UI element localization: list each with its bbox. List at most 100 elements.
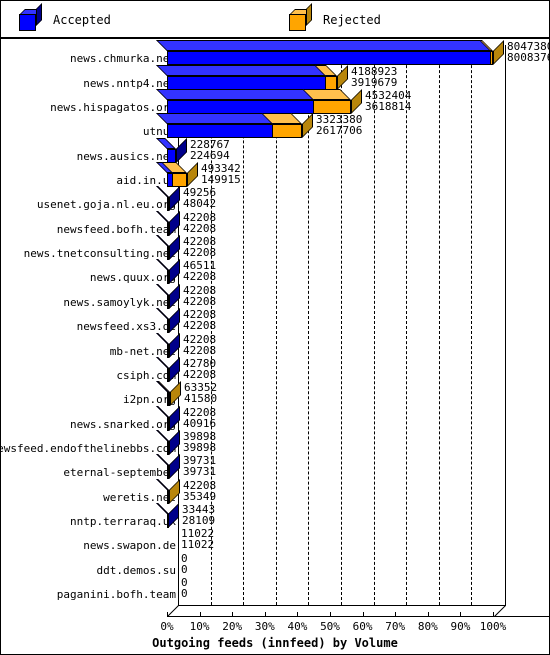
x-axis-back-line <box>178 605 506 606</box>
bar-value-labels: 42208 42208 <box>183 309 216 331</box>
legend-item-accepted: Accepted <box>19 3 111 31</box>
bar-value-accepted: 39731 <box>183 465 217 479</box>
bar-value-accepted: 2617706 <box>316 124 363 138</box>
bar-row-label: news.samoylyk.net <box>63 295 176 309</box>
legend-label-rejected: Rejected <box>323 13 381 27</box>
cube-icon <box>19 3 42 31</box>
x-axis-tick <box>395 612 397 616</box>
floor-right-edge <box>505 616 549 617</box>
x-axis-tick <box>264 612 266 616</box>
gridline <box>373 45 375 605</box>
bar-value-accepted: 3919679 <box>351 75 398 89</box>
plot-right-border <box>505 45 506 605</box>
bar-value-labels: 4188923 3919679 <box>351 66 397 88</box>
bar-value-labels: 4532404 3618814 <box>365 90 411 112</box>
x-axis-tick <box>199 612 201 616</box>
bar-accepted <box>156 283 180 309</box>
bar-value-labels: 42208 40916 <box>183 407 216 429</box>
bar-row-label: news.tnetconsulting.net <box>23 247 176 261</box>
bar-row-label: news.chmurka.net <box>70 52 176 66</box>
x-axis-title: Outgoing feeds (innfeed) by Volume <box>152 636 398 650</box>
bar-value-accepted: 42208 <box>183 294 217 308</box>
bar-row-label: news.snarked.org <box>70 417 176 431</box>
gridline <box>438 45 440 605</box>
bar-value-accepted: 35349 <box>183 489 217 503</box>
bar-row-label: nntp.terraraq.uk <box>70 514 176 528</box>
bar-value-accepted: 39898 <box>183 440 217 454</box>
bar-accepted <box>156 89 314 115</box>
bar-value-rejected: 42208 <box>183 405 217 419</box>
bar-value-accepted: 40916 <box>183 416 217 430</box>
bar-value-labels: 33443 28109 <box>182 504 215 526</box>
bar-accepted <box>156 478 169 504</box>
x-axis-tick <box>297 612 299 616</box>
bar-value-labels: 42208 42208 <box>183 212 216 234</box>
x-axis-tick-label: 100% <box>479 620 507 633</box>
bar-row-label: paganini.bofh.team <box>56 588 176 601</box>
bar-row-label: news.nntp4.net <box>83 76 176 90</box>
bar-accepted <box>156 454 180 480</box>
bar-value-labels: 46511 42208 <box>183 260 216 282</box>
gridline <box>471 45 473 605</box>
bar-value-labels: 00 <box>181 577 188 599</box>
x-axis-tick <box>330 612 331 616</box>
bar-accepted <box>156 235 180 261</box>
bar-row-label: ddt.demos.su <box>96 563 176 577</box>
chart-root: Accepted Rejected news.chmurka.net 804738… <box>0 0 550 655</box>
bar-value-labels: 39898 39898 <box>183 431 216 453</box>
bar-row-label: eternal-september <box>63 466 176 480</box>
bar-value-labels: 493342 149915 <box>201 163 241 185</box>
bar-value-labels: 228767 224694 <box>190 139 230 161</box>
bar-value-accepted: 42208 <box>183 246 217 260</box>
bar-value-rejected: 42208 <box>183 478 217 492</box>
bar-value-accepted: 28109 <box>182 513 216 527</box>
depth-edge-right <box>494 605 506 617</box>
bar-value-accepted: 11022 <box>181 538 215 552</box>
bar-value-accepted: 42208 <box>183 343 217 357</box>
bar-value-labels: 39731 39731 <box>183 455 216 477</box>
bar-accepted <box>156 259 180 285</box>
bar-value-labels: 42780 42208 <box>183 358 216 380</box>
bar-row-label: usenet.goja.nl.eu.org <box>36 198 176 212</box>
bar-value-labels: 42208 35349 <box>183 480 216 502</box>
legend-label-accepted: Accepted <box>53 13 111 27</box>
cube-icon <box>289 3 312 31</box>
bar-row-label: newsfeed.xs3.de <box>76 320 176 334</box>
x-axis-tick <box>427 612 429 616</box>
bar-value-labels: 11022 11022 <box>181 528 214 550</box>
bar-value-labels: 42208 42208 <box>183 334 216 356</box>
bar-accepted <box>156 429 180 455</box>
legend-panel: Accepted Rejected <box>0 0 550 38</box>
bar-accepted <box>156 210 180 236</box>
x-axis-tick <box>493 612 494 616</box>
bar-row-label: news.swapon.de <box>83 539 176 553</box>
bar-value-rejected: 0 <box>181 551 188 565</box>
x-axis-tick <box>460 612 462 616</box>
bar-row-label: news.quux.org <box>89 271 176 285</box>
bar-accepted <box>156 332 180 358</box>
bar-value-labels: 00 <box>181 553 188 575</box>
bar-accepted <box>156 64 326 90</box>
x-axis-tick <box>362 612 364 616</box>
bar-value-accepted: 42208 <box>183 270 217 284</box>
bar-accepted <box>156 113 273 139</box>
bar-value-accepted: 0 <box>181 562 188 576</box>
bar-value-labels: 42208 42208 <box>183 236 216 258</box>
bar-value-rejected: 42208 <box>183 332 217 346</box>
bar-value-labels: 42208 42208 <box>183 285 216 307</box>
bar-value-accepted: 42208 <box>183 319 217 333</box>
bar-accepted <box>156 405 180 431</box>
bar-value-accepted: 42208 <box>183 367 217 381</box>
x-axis-front-line <box>167 616 505 617</box>
bar-row-label: newsfeed.endofthelinebbs.com <box>0 441 176 455</box>
x-axis-tick <box>167 612 168 616</box>
bar-value-labels: 49256 48042 <box>183 187 216 209</box>
bar-value-accepted: 42208 <box>183 221 217 235</box>
bar-value-accepted: 41580 <box>184 392 218 406</box>
bar-accepted <box>156 137 187 163</box>
legend-item-rejected: Rejected <box>289 3 381 31</box>
bar-row-label: weretis.net <box>103 490 176 504</box>
depth-edge-left <box>167 605 179 617</box>
bar-row-label: news.ausics.net <box>76 149 176 163</box>
bar-value-accepted: 0 <box>181 587 188 600</box>
